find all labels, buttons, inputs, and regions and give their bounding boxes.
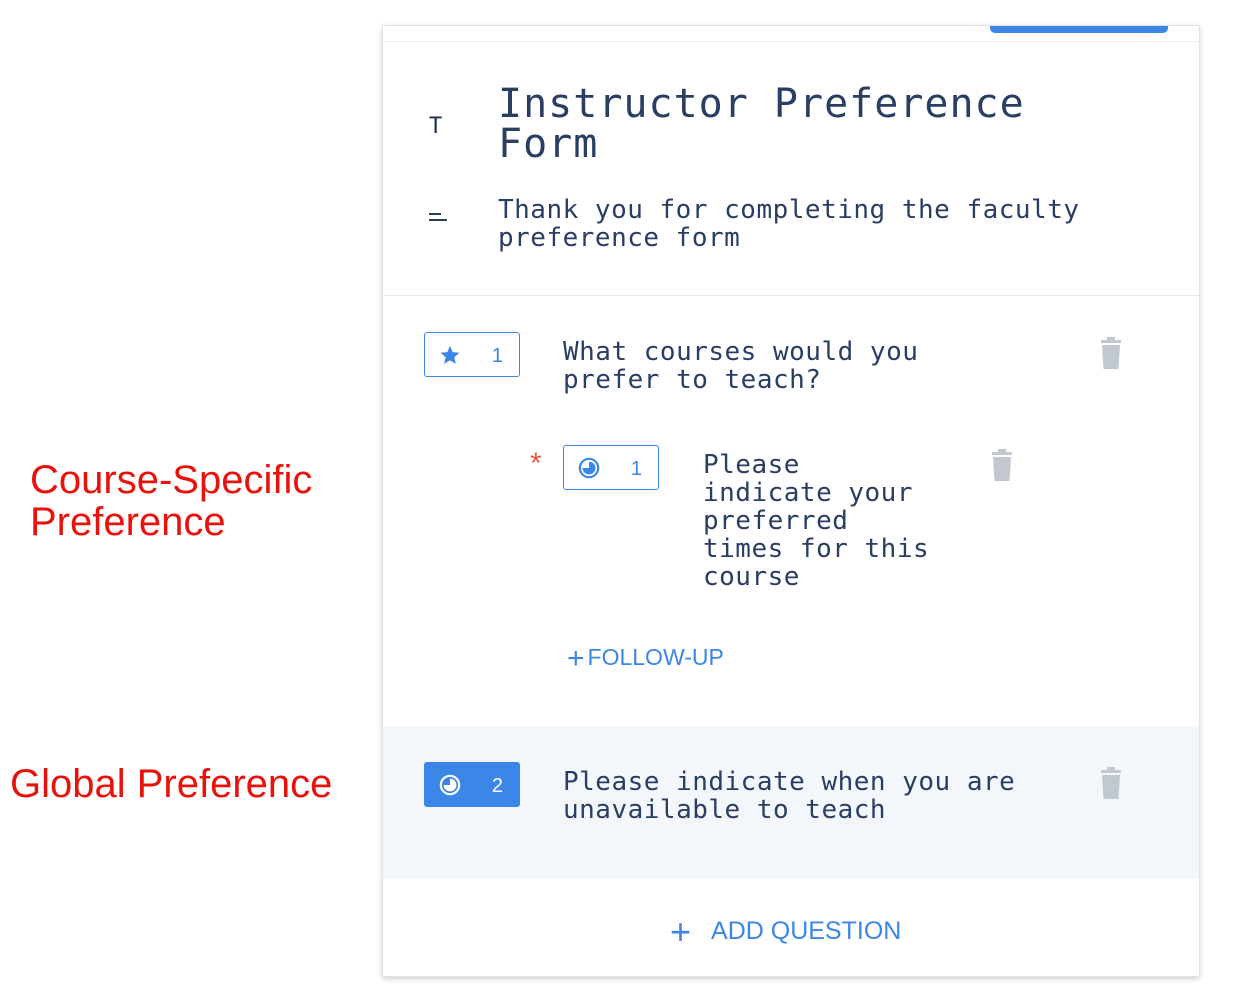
form-description[interactable]: Thank you for completing the faculty pre… — [498, 196, 1138, 252]
course-specific-annotation: Course-Specific Preference — [30, 459, 312, 543]
question-1-text[interactable]: What courses would you prefer to teach? — [563, 338, 983, 394]
add-follow-up-button[interactable]: + FOLLOW-UP — [567, 642, 724, 676]
add-question-button[interactable]: + ADD QUESTION — [670, 911, 901, 953]
form-editor-panel: T Instructor Preference Form Thank you f… — [383, 26, 1199, 976]
star-icon — [440, 345, 460, 364]
followup-1-number: 1 — [630, 458, 642, 480]
course-specific-annotation-line2: Preference — [30, 500, 226, 544]
clock-icon — [439, 774, 461, 796]
followup-1-text[interactable]: Please indicate your preferred times for… — [703, 451, 943, 591]
plus-icon: + — [567, 642, 585, 675]
course-specific-annotation-line1: Course-Specific — [30, 458, 313, 502]
add-follow-up-label: FOLLOW-UP — [587, 644, 724, 670]
followup-1-badge[interactable]: 1 — [563, 445, 659, 490]
form-title[interactable]: Instructor Preference Form — [498, 84, 1138, 164]
text-type-icon: T — [429, 114, 443, 139]
header-divider — [383, 295, 1199, 296]
required-marker: * — [530, 447, 542, 480]
text-lines-icon — [429, 213, 447, 223]
question-1-badge[interactable]: 1 — [424, 332, 520, 377]
add-question-label: ADD QUESTION — [711, 917, 902, 945]
question-1-delete-icon[interactable] — [1099, 336, 1123, 370]
question-1-number: 1 — [491, 345, 503, 367]
top-action-button[interactable] — [990, 26, 1168, 33]
question-2-text[interactable]: Please indicate when you are unavailable… — [563, 768, 1083, 824]
top-divider — [383, 41, 1199, 42]
global-annotation: Global Preference — [10, 762, 333, 806]
question-2-number: 2 — [491, 775, 503, 797]
followup-1-delete-icon[interactable] — [990, 448, 1014, 482]
question-2-delete-icon[interactable] — [1099, 766, 1123, 800]
clock-icon — [578, 457, 600, 479]
plus-icon: + — [670, 911, 692, 952]
question-2-badge[interactable]: 2 — [424, 762, 520, 807]
